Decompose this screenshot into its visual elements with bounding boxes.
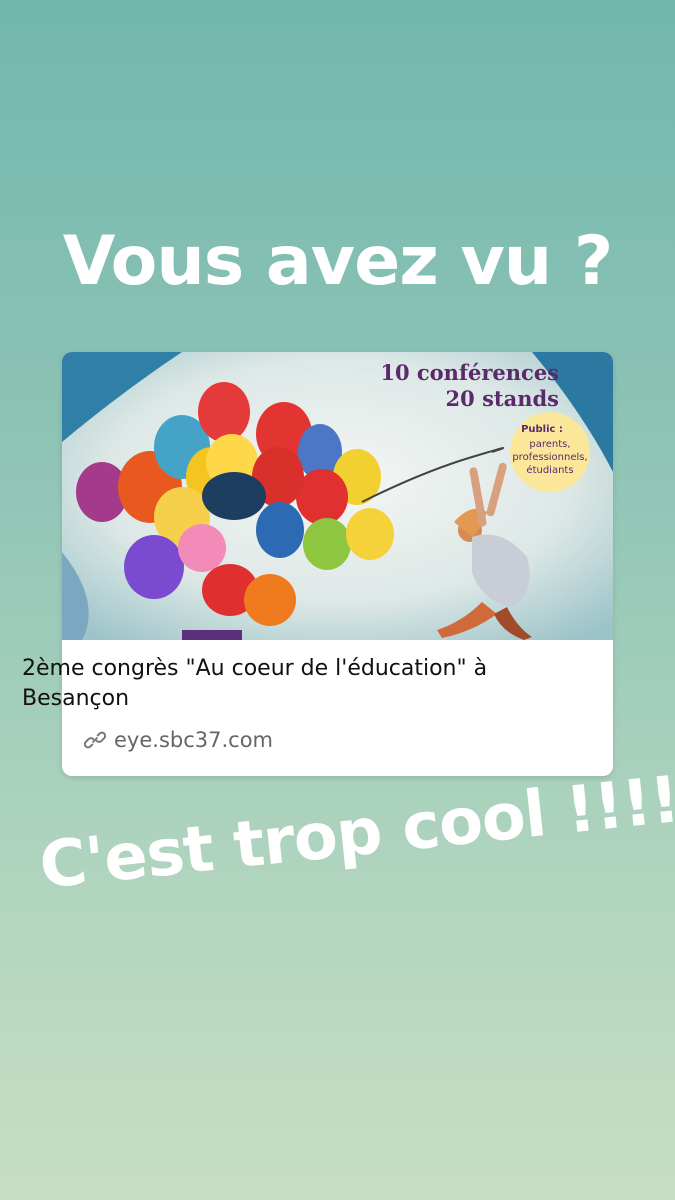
svg-text:étudiants: étudiants [526, 464, 573, 476]
story-sticker-text: C'est trop cool !!!! [36, 763, 675, 904]
card-link-domain[interactable]: eye.sbc37.com [84, 728, 273, 752]
image-text-conferences: 10 conférences [380, 360, 559, 385]
story-headline: Vous avez vu ? [62, 222, 614, 301]
link-domain-text: eye.sbc37.com [114, 728, 274, 752]
link-icon [84, 731, 106, 749]
public-badge: Public : parents, professionnels, étudia… [510, 412, 590, 492]
card-image: 10 conférences 20 stands Public : parent… [62, 352, 613, 640]
svg-text:professionnels,: professionnels, [512, 452, 587, 463]
image-text-stands: 20 stands [446, 386, 559, 411]
svg-text:parents,: parents, [529, 439, 570, 450]
card-title[interactable]: 2ème congrès "Au coeur de l'éducation" à… [22, 654, 542, 714]
svg-text:Public :: Public : [521, 424, 563, 435]
